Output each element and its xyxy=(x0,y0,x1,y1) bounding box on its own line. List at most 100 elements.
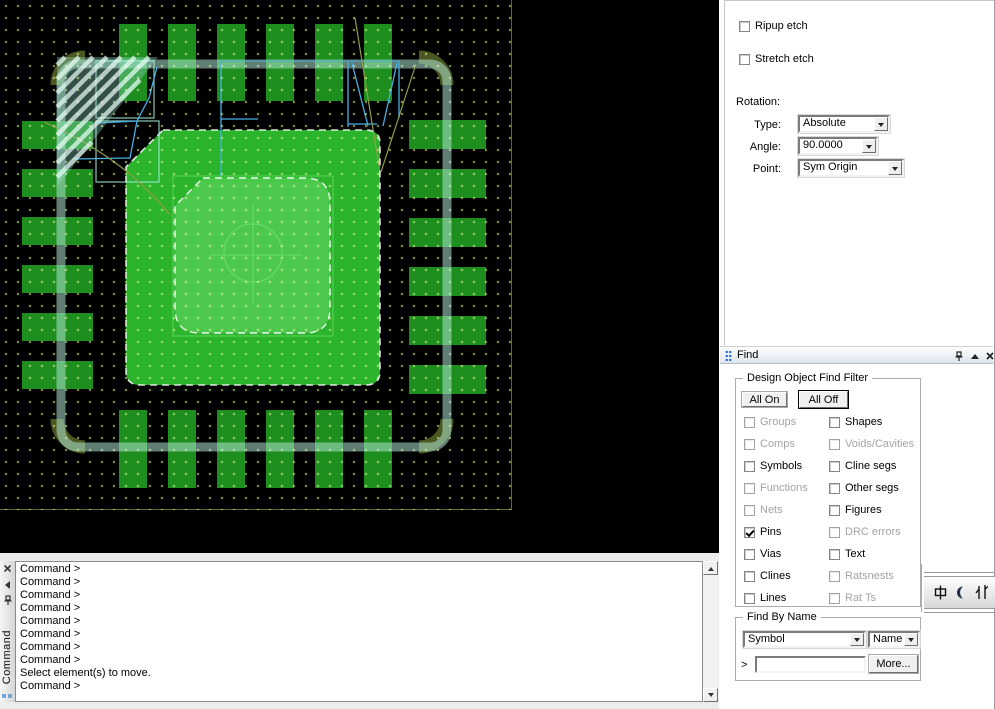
stretch-etch-checkbox[interactable]: Stretch etch xyxy=(739,52,814,66)
footprint-overlay xyxy=(43,17,454,454)
allegro-window: Command Command > Command > Command > Co… xyxy=(0,0,995,709)
chevron-down-icon[interactable] xyxy=(850,633,864,646)
design-canvas[interactable] xyxy=(0,0,719,553)
find-panel-title: Find xyxy=(737,349,759,361)
checkbox-label: Nets xyxy=(760,504,783,516)
filter-pins-checkbox[interactable]: Pins xyxy=(744,525,781,539)
chevron-down-icon[interactable] xyxy=(888,161,902,175)
chevron-down-icon[interactable] xyxy=(862,139,876,153)
find-name-input[interactable] xyxy=(755,656,866,673)
find-titlebar[interactable]: Find xyxy=(720,346,995,364)
checkbox-label: Other segs xyxy=(845,482,899,494)
checkbox-label: Cline segs xyxy=(845,460,897,472)
filter-groups-checkbox[interactable]: Groups xyxy=(744,415,796,429)
filter-rat-ts-checkbox[interactable]: Rat Ts xyxy=(829,591,876,605)
checkbox-box xyxy=(744,592,755,604)
checkbox-label: Stretch etch xyxy=(755,53,814,65)
ime-punctuation-icon[interactable] xyxy=(975,585,988,600)
console-tab-label[interactable]: Command xyxy=(1,630,13,684)
filter-lines-checkbox[interactable]: Lines xyxy=(744,591,786,605)
scroll-up-icon[interactable] xyxy=(703,561,718,575)
checkbox-label: Functions xyxy=(760,482,808,494)
find-by-name-group: Find By Name Symbol Name > More... xyxy=(735,611,921,681)
checkbox-box xyxy=(739,53,750,65)
checkbox-box xyxy=(829,460,840,472)
checkbox-label: Voids/Cavities xyxy=(845,438,915,450)
checkbox-box xyxy=(739,20,750,32)
rotation-heading: Rotation: xyxy=(736,96,781,108)
name-prompt: > xyxy=(741,659,748,671)
filter-other-segs-checkbox[interactable]: Other segs xyxy=(829,481,899,495)
checkbox-label: Lines xyxy=(760,592,787,604)
command-console: Command Command > Command > Command > Co… xyxy=(0,553,719,709)
console-pin-icon[interactable] xyxy=(2,595,13,606)
angle-select[interactable]: 90.0000 xyxy=(798,137,878,155)
checkbox-box xyxy=(829,526,840,538)
scroll-down-icon[interactable] xyxy=(703,688,718,702)
type-select[interactable]: Absolute xyxy=(798,115,890,133)
more-button[interactable]: More... xyxy=(869,655,918,673)
find-by-mode-value: Name xyxy=(873,633,902,645)
console-tab-dots-icon xyxy=(2,694,12,698)
checkbox-box xyxy=(744,570,755,582)
checkbox-box xyxy=(829,570,840,582)
checkbox-label: Pins xyxy=(760,526,782,538)
checkbox-box xyxy=(829,504,840,516)
filter-symbols-checkbox[interactable]: Symbols xyxy=(744,459,802,473)
console-collapse-icon[interactable] xyxy=(2,579,13,590)
all-off-button[interactable]: All Off xyxy=(799,391,848,408)
checkbox-label: Clines xyxy=(760,570,791,582)
drag-gripper-icon[interactable] xyxy=(725,350,732,361)
checkbox-label: Rat Ts xyxy=(845,592,876,604)
close-icon[interactable] xyxy=(983,350,995,362)
filter-vias-checkbox[interactable]: Vias xyxy=(744,547,781,561)
checkbox-box xyxy=(744,526,755,538)
filter-functions-checkbox[interactable]: Functions xyxy=(744,481,808,495)
checkbox-box xyxy=(744,416,755,428)
filter-nets-checkbox[interactable]: Nets xyxy=(744,503,783,517)
type-value: Absolute xyxy=(803,117,846,129)
filter-voids-cavities-checkbox[interactable]: Voids/Cavities xyxy=(829,437,914,451)
checkbox-label: DRC errors xyxy=(845,526,901,538)
console-output[interactable]: Command > Command > Command > Command > … xyxy=(15,561,703,702)
ime-language-bar[interactable] xyxy=(924,572,995,613)
checkbox-label: Ripup etch xyxy=(755,20,808,32)
checkbox-box xyxy=(829,482,840,494)
options-pane: Ripup etch Stretch etch Rotation: Type: … xyxy=(724,0,994,345)
ime-chinese-mode-icon[interactable] xyxy=(934,585,947,600)
checkbox-label: Vias xyxy=(760,548,782,560)
filter-comps-checkbox[interactable]: Comps xyxy=(744,437,795,451)
checkbox-label: Symbols xyxy=(760,460,803,472)
collapse-icon[interactable] xyxy=(968,350,981,362)
checkbox-label: Groups xyxy=(760,416,797,428)
filter-ratsnests-checkbox[interactable]: Ratsnests xyxy=(829,569,894,583)
checkbox-box xyxy=(829,438,840,450)
filter-cline-segs-checkbox[interactable]: Cline segs xyxy=(829,459,896,473)
point-label: Point: xyxy=(752,163,781,175)
console-close-icon[interactable] xyxy=(2,563,13,574)
find-by-category-select[interactable]: Symbol xyxy=(743,631,866,648)
ime-halfwidth-moon-icon[interactable] xyxy=(954,585,968,600)
find-filter-group-label: Design Object Find Filter xyxy=(743,372,873,384)
filter-shapes-checkbox[interactable]: Shapes xyxy=(829,415,882,429)
checkbox-box xyxy=(744,460,755,472)
angle-label: Angle: xyxy=(749,141,781,153)
find-by-mode-select[interactable]: Name xyxy=(868,631,920,648)
filter-text-checkbox[interactable]: Text xyxy=(829,547,865,561)
chevron-down-icon[interactable] xyxy=(874,117,888,131)
console-scrollbar[interactable] xyxy=(703,561,718,702)
ripup-etch-checkbox[interactable]: Ripup etch xyxy=(739,19,808,33)
all-on-button[interactable]: All On xyxy=(742,392,787,407)
checkbox-label: Figures xyxy=(845,504,882,516)
checkbox-box xyxy=(744,482,755,494)
point-select[interactable]: Sym Origin xyxy=(798,159,904,177)
filter-drc-errors-checkbox[interactable]: DRC errors xyxy=(829,525,901,539)
checkbox-box xyxy=(829,592,840,604)
pin-icon[interactable] xyxy=(952,350,965,362)
filter-clines-checkbox[interactable]: Clines xyxy=(744,569,791,583)
checkbox-box xyxy=(829,416,840,428)
type-label: Type: xyxy=(754,119,781,131)
chevron-down-icon[interactable] xyxy=(904,633,918,646)
point-value: Sym Origin xyxy=(803,161,858,173)
filter-figures-checkbox[interactable]: Figures xyxy=(829,503,882,517)
